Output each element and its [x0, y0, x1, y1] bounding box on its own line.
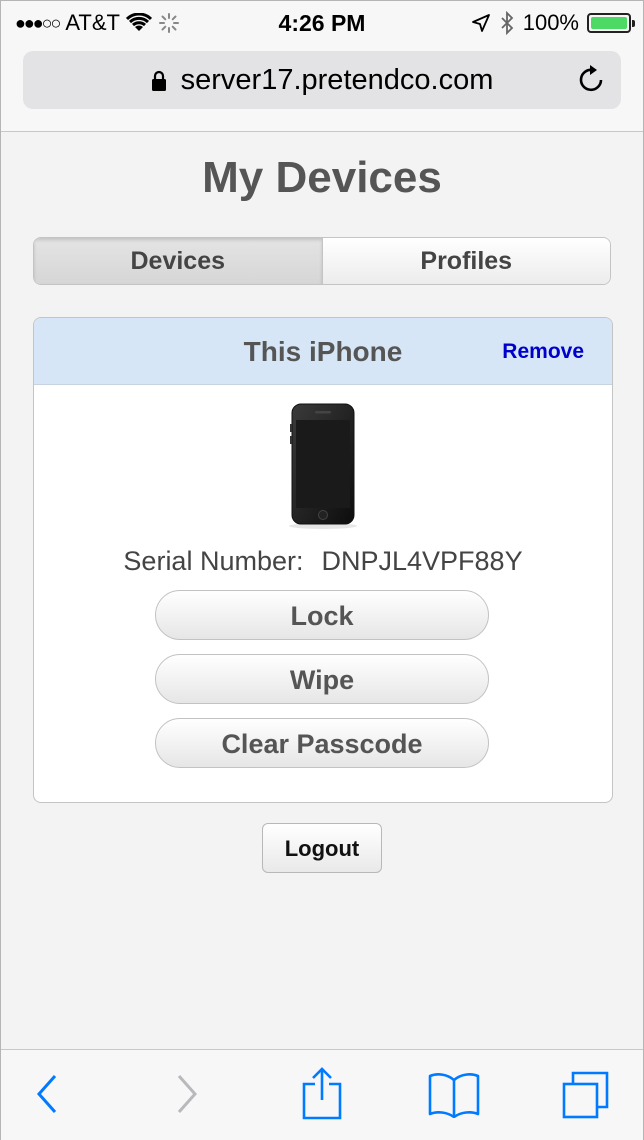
- battery-percent: 100%: [522, 10, 579, 35]
- url-text: server17.pretendco.com: [180, 64, 494, 96]
- tabs-icon[interactable]: [561, 1070, 611, 1120]
- address-bar[interactable]: server17.pretendco.com: [23, 51, 621, 109]
- tab-devices[interactable]: Devices: [34, 238, 323, 284]
- status-bar: ●●●○○ AT&T 4:26 PM 100%: [1, 1, 643, 45]
- clear-passcode-button[interactable]: Clear Passcode: [155, 718, 489, 768]
- serial-number-row: Serial Number: DNPJL4VPF88Y: [34, 546, 612, 577]
- location-arrow-icon: [471, 14, 490, 32]
- wipe-button[interactable]: Wipe: [155, 654, 489, 704]
- iphone-image: [289, 403, 357, 529]
- lock-button[interactable]: Lock: [155, 590, 489, 640]
- serial-number-value: DNPJL4VPF88Y: [321, 546, 523, 576]
- bluetooth-icon: [501, 11, 513, 35]
- forward-icon[interactable]: [175, 1072, 199, 1116]
- device-card-header: This iPhone Remove: [34, 318, 612, 385]
- browser-toolbar: [1, 1049, 643, 1140]
- reload-icon[interactable]: [577, 64, 607, 96]
- segmented-control: Devices Profiles: [33, 237, 611, 285]
- back-icon[interactable]: [35, 1072, 59, 1116]
- address-text-container[interactable]: server17.pretendco.com: [23, 64, 621, 97]
- serial-number-label: Serial Number:: [123, 546, 304, 576]
- share-icon[interactable]: [301, 1066, 343, 1120]
- logout-button[interactable]: Logout: [262, 823, 382, 873]
- browser-address-area: server17.pretendco.com: [1, 45, 643, 132]
- page-title: My Devices: [202, 153, 442, 202]
- bookmarks-icon[interactable]: [427, 1070, 481, 1118]
- status-right: 100%: [471, 10, 635, 36]
- battery-fill: [591, 17, 627, 29]
- battery-icon: [587, 13, 635, 33]
- lock-icon: [151, 71, 166, 92]
- device-card: This iPhone Remove Serial Number: DNPJL4V…: [33, 317, 613, 803]
- remove-link[interactable]: Remove: [502, 340, 584, 364]
- tab-profiles[interactable]: Profiles: [322, 238, 610, 284]
